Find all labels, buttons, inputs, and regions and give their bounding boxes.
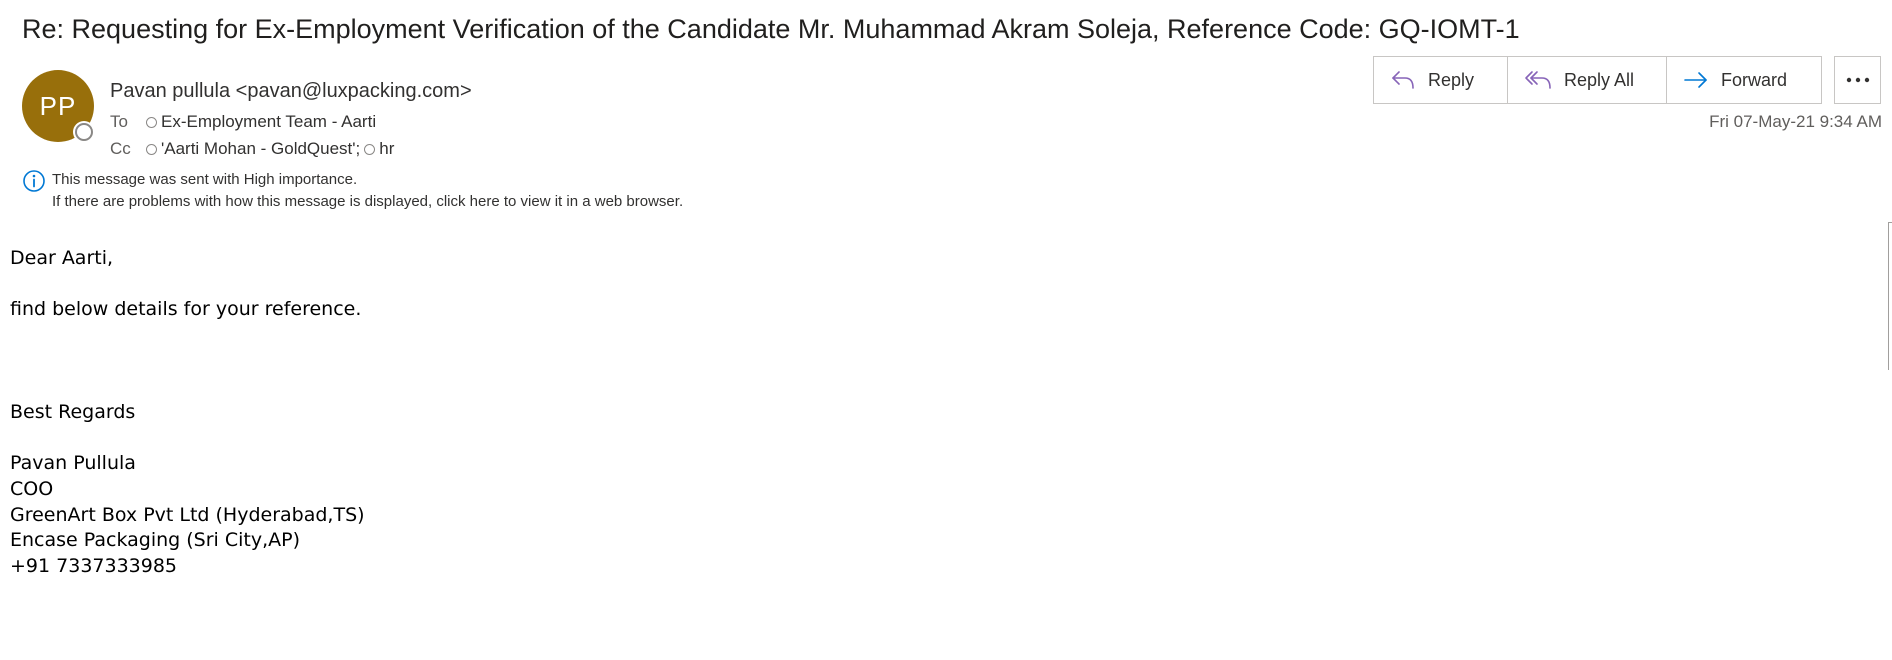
- greeting: Dear Aarti,: [10, 247, 114, 269]
- reply-all-label: Reply All: [1564, 69, 1635, 90]
- forward-icon: [1684, 72, 1707, 88]
- info-icon: [23, 170, 45, 192]
- reply-all-button[interactable]: Reply All: [1508, 57, 1667, 103]
- presence-circle-icon: [146, 116, 157, 128]
- cc-recipient-name: 'Aarti Mohan - GoldQuest';: [161, 139, 361, 158]
- cc-recipient[interactable]: 'Aarti Mohan - GoldQuest';: [146, 139, 360, 159]
- presence-status-icon: [75, 123, 93, 141]
- reply-icon: [1392, 71, 1414, 89]
- presence-circle-icon: [146, 143, 157, 155]
- more-actions-button[interactable]: [1834, 56, 1881, 104]
- email-subject: Re: Requesting for Ex-Employment Verific…: [22, 14, 1520, 44]
- reply-button[interactable]: Reply: [1374, 57, 1508, 103]
- email-reading-pane: Re: Requesting for Ex-Employment Verific…: [0, 0, 1892, 660]
- closing: Best Regards: [10, 401, 136, 423]
- cc-row: Cc 'Aarti Mohan - GoldQuest'; hr: [110, 139, 398, 159]
- reply-all-icon: [1525, 71, 1551, 89]
- signature-name: Pavan Pullula: [10, 452, 136, 474]
- signature-phone: +91 7337333985: [10, 555, 178, 577]
- body-line: find below details for your reference.: [10, 298, 362, 320]
- presence-circle-icon: [364, 143, 376, 155]
- avatar-initials: PP: [39, 90, 77, 121]
- signature-company: GreenArt Box Pvt Ltd (Hyderabad,TS): [10, 504, 365, 526]
- to-label: To: [110, 112, 128, 131]
- to-recipient[interactable]: Ex-Employment Team - Aarti: [146, 112, 376, 132]
- to-recipient-name: Ex-Employment Team - Aarti: [161, 112, 377, 131]
- cc-label: Cc: [110, 139, 131, 158]
- scrollbar[interactable]: [1888, 222, 1892, 370]
- cc-recipient-name: hr: [379, 139, 395, 158]
- signature-title: COO: [10, 478, 54, 500]
- forward-button[interactable]: Forward: [1667, 57, 1821, 103]
- more-icon: [1846, 77, 1869, 83]
- cc-recipient[interactable]: hr: [364, 139, 394, 159]
- signature-company: Encase Packaging (Sri City,AP): [10, 529, 301, 551]
- sent-date: Fri 07-May-21 9:34 AM: [1709, 112, 1882, 131]
- importance-note: This message was sent with High importan…: [52, 171, 358, 188]
- sender-name[interactable]: Pavan pullula <pavan@luxpacking.com>: [110, 80, 472, 103]
- forward-label: Forward: [1721, 69, 1788, 90]
- message-actions: Reply Reply All Forward: [1373, 56, 1822, 104]
- to-row: To Ex-Employment Team - Aarti: [110, 112, 380, 132]
- reply-label: Reply: [1428, 69, 1475, 90]
- view-in-browser-link[interactable]: If there are problems with how this mess…: [52, 193, 683, 210]
